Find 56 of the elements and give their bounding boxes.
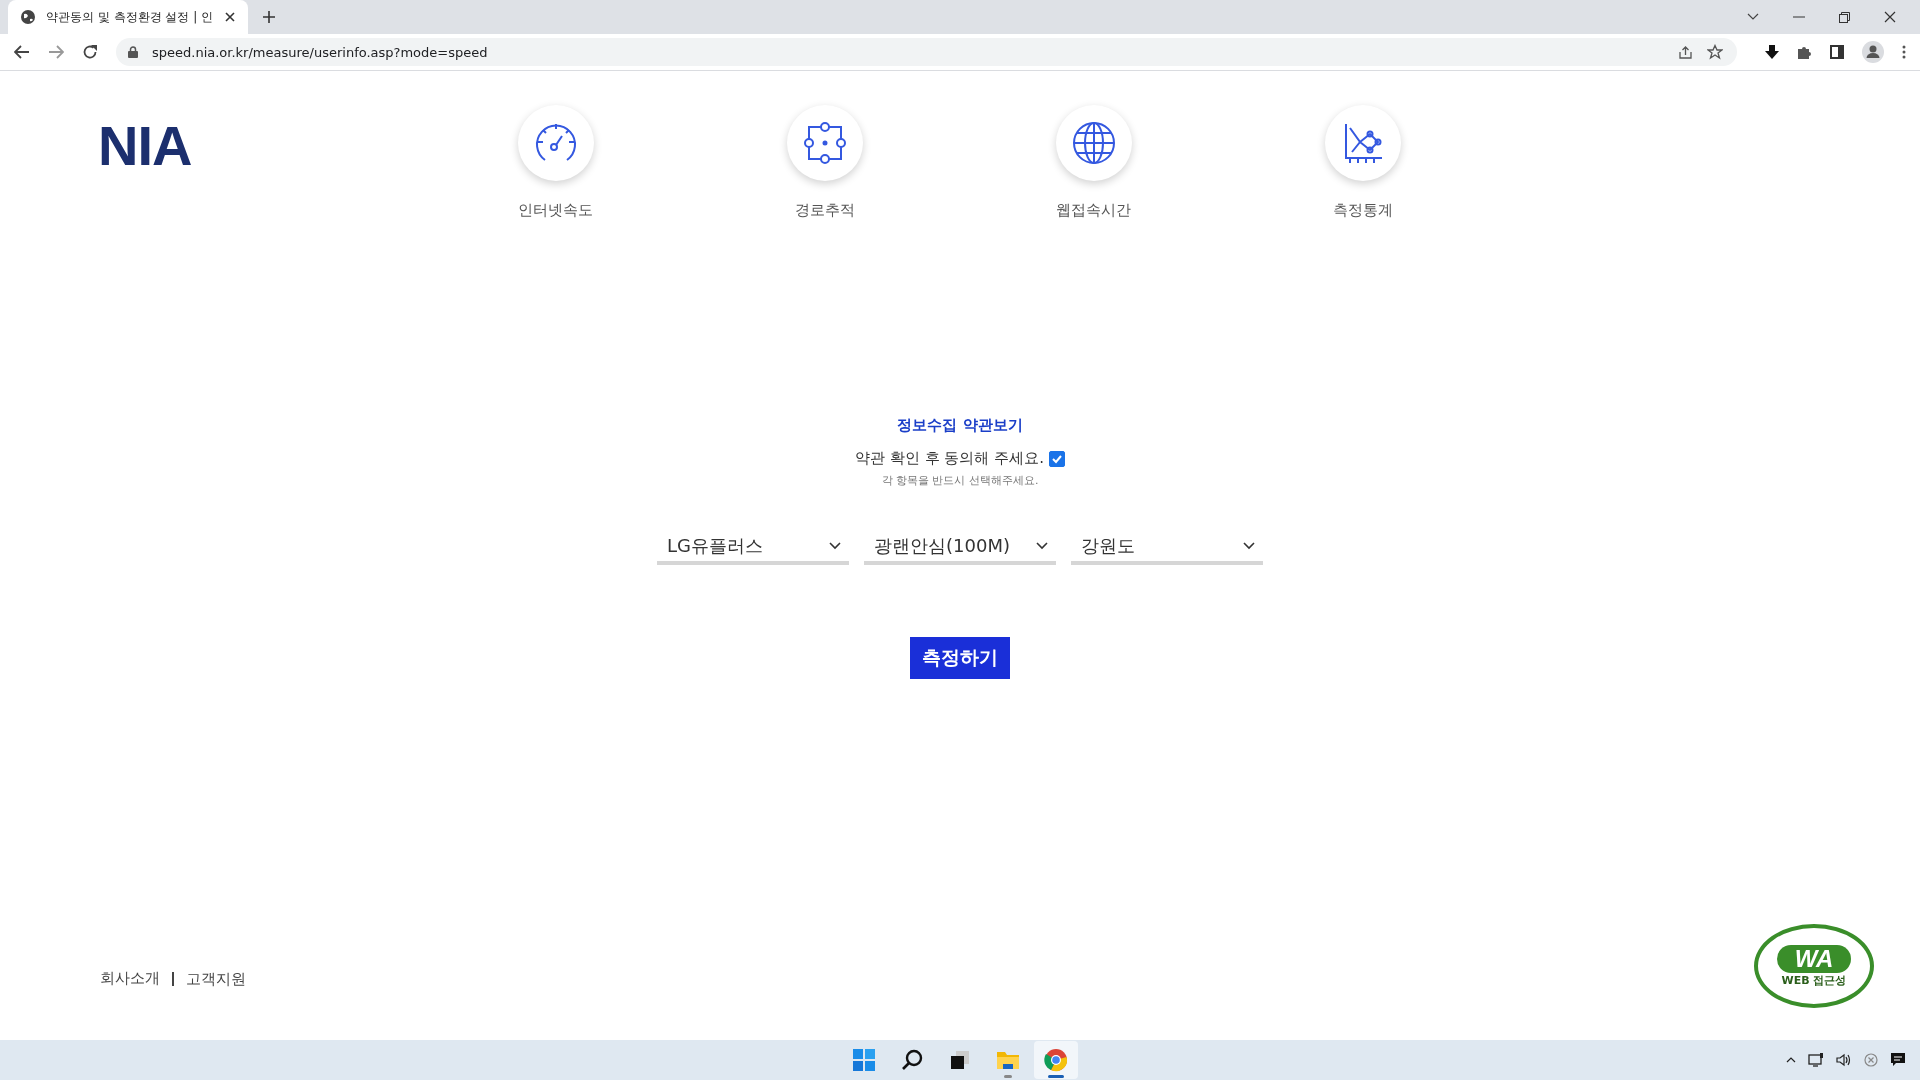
globe-icon [1070, 120, 1117, 166]
url-text: speed.nia.or.kr/measure/userinfo.asp?mode=speed [152, 44, 488, 60]
nav-label[interactable]: 경로추적 [794, 201, 855, 220]
task-view-icon [949, 1049, 971, 1071]
notification-icon[interactable] [1890, 1052, 1906, 1068]
nav-label[interactable]: 웹접속시간 [1056, 201, 1131, 220]
forward-icon[interactable] [48, 45, 64, 59]
tab-title: 약관동의 및 측정환경 설정 | 인 [46, 8, 214, 26]
search-icon [901, 1049, 923, 1071]
avatar-icon[interactable] [1862, 41, 1884, 63]
nav-icon-button[interactable] [1055, 105, 1132, 181]
new-tab-icon[interactable] [262, 10, 276, 24]
chevron-down-icon [1036, 541, 1048, 550]
chevron-down-icon [829, 541, 841, 550]
close-icon[interactable] [1884, 11, 1896, 23]
nav-label[interactable]: 인터넷속도 [518, 201, 593, 220]
route-cycle-icon [801, 120, 848, 166]
puzzle-icon[interactable] [1797, 44, 1812, 60]
nav-icon-button[interactable] [517, 105, 594, 181]
side-panel-icon[interactable] [1830, 45, 1844, 59]
globe-icon [20, 9, 36, 25]
measure-button[interactable]: 측정하기 [910, 637, 1010, 679]
nav-icon-button[interactable] [1324, 105, 1401, 181]
nav-label[interactable]: 측정통계 [1332, 201, 1393, 220]
more-icon[interactable] [1902, 45, 1906, 59]
error-circle-icon[interactable] [1864, 1053, 1878, 1067]
nav-icon-button[interactable] [786, 105, 863, 181]
folder-icon [996, 1049, 1020, 1071]
volume-icon[interactable] [1836, 1053, 1852, 1067]
browser-icon [1044, 1048, 1068, 1072]
share-icon[interactable] [1678, 44, 1693, 60]
caret-up-icon[interactable] [1786, 1057, 1796, 1063]
dropdown[interactable]: 강원도 [1071, 532, 1263, 565]
address-bar[interactable]: speed.nia.or.kr/measure/userinfo.asp?mode=speed [116, 38, 1737, 66]
accessibility-badge: WA WEB 접근성 [1754, 924, 1874, 1008]
restore-icon[interactable] [1839, 11, 1850, 23]
chevron-down-icon [1243, 541, 1255, 550]
download-arrow-icon[interactable] [1765, 45, 1779, 59]
dropdown[interactable]: LG유플러스 [657, 532, 849, 565]
close-icon[interactable] [224, 11, 236, 23]
agree-label: 약관 확인 후 동의해 주세요. [855, 449, 1044, 468]
site-logo[interactable]: NIA [98, 113, 298, 178]
reload-icon[interactable] [82, 44, 98, 60]
hint-text: 각 항목을 반드시 선택해주세요. [881, 473, 1039, 488]
network-icon[interactable] [1808, 1053, 1824, 1067]
agree-checkbox[interactable] [1048, 450, 1065, 467]
chevron-down-icon[interactable] [1747, 13, 1759, 21]
back-icon[interactable] [14, 45, 30, 59]
terms-link[interactable]: 정보수집 약관보기 [897, 416, 1023, 435]
footer-link[interactable]: 고객지원 [172, 971, 246, 986]
footer-link[interactable]: 회사소개 [100, 969, 160, 988]
browser-tab[interactable]: 약관동의 및 측정환경 설정 | 인 [8, 0, 248, 34]
lock-icon [128, 46, 138, 58]
windows-logo-icon [853, 1049, 875, 1071]
star-icon[interactable] [1707, 44, 1723, 60]
dropdown[interactable]: 광랜안심(100M) [864, 532, 1056, 565]
